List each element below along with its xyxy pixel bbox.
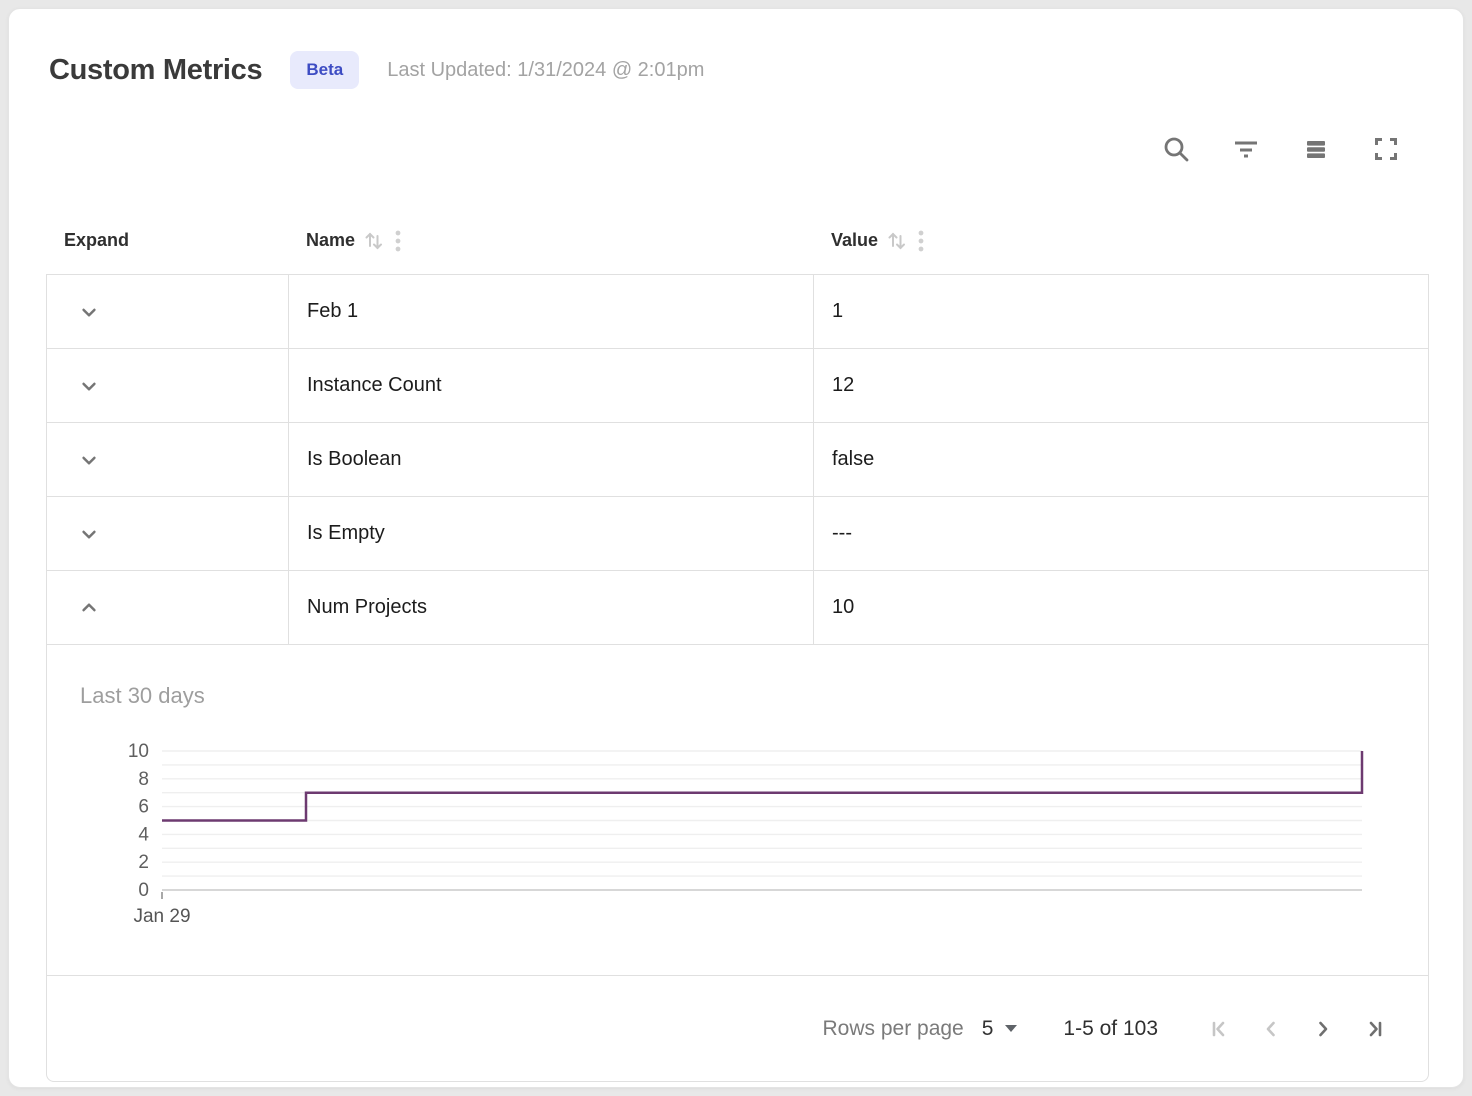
svg-text:Jan 29: Jan 29: [133, 906, 190, 927]
sort-icon[interactable]: [363, 229, 385, 251]
svg-text:8: 8: [138, 769, 149, 790]
sort-icon[interactable]: [886, 229, 908, 251]
expand-cell: [47, 571, 289, 644]
svg-text:0: 0: [138, 880, 149, 901]
last-page-icon[interactable]: [1362, 1016, 1388, 1042]
previous-page-icon: [1258, 1016, 1284, 1042]
rows-per-page-value: 5: [982, 1017, 994, 1041]
column-label: Expand: [64, 230, 129, 251]
chevron-down-icon[interactable]: [69, 366, 109, 406]
svg-text:10: 10: [128, 741, 149, 762]
page-title: Custom Metrics: [49, 54, 262, 87]
chevron-down-icon[interactable]: [69, 292, 109, 332]
next-page-icon[interactable]: [1310, 1016, 1336, 1042]
svg-text:6: 6: [138, 797, 149, 818]
caret-down-icon: [1005, 1025, 1017, 1033]
grid-toolbar: [1161, 134, 1401, 164]
page-header: Custom Metrics Beta Last Updated: 1/31/2…: [49, 51, 704, 89]
expand-cell: [47, 497, 289, 570]
grid-footer: Rows per page 5 1-5 of 103: [47, 975, 1428, 1081]
column-label: Value: [831, 230, 878, 251]
expand-cell: [47, 349, 289, 422]
grid-body: Feb 1 1 Instance Count 12: [46, 274, 1429, 1082]
column-menu-icon[interactable]: [916, 229, 926, 251]
pagination-controls: [1206, 1016, 1388, 1042]
chart-title: Last 30 days: [80, 683, 205, 709]
value-cell: 12: [814, 349, 1428, 422]
value-cell: false: [814, 423, 1428, 496]
chevron-down-icon[interactable]: [69, 514, 109, 554]
svg-text:4: 4: [138, 824, 149, 845]
expand-cell: [47, 423, 289, 496]
beta-badge: Beta: [290, 51, 359, 89]
name-cell: Is Empty: [289, 497, 814, 570]
expand-cell: [47, 275, 289, 348]
column-menu-icon[interactable]: [393, 229, 403, 251]
chevron-down-icon[interactable]: [69, 440, 109, 480]
row-detail-panel: Last 30 days 0 2 4 6 8 10 Jan 29: [47, 645, 1428, 975]
density-icon[interactable]: [1301, 134, 1331, 164]
rows-container: Feb 1 1 Instance Count 12: [47, 275, 1428, 645]
name-cell: Is Boolean: [289, 423, 814, 496]
column-headers: Expand Name Value: [46, 206, 1429, 274]
name-cell: Feb 1: [289, 275, 814, 348]
table-row: Feb 1 1: [47, 275, 1428, 349]
column-header-expand: Expand: [46, 230, 288, 251]
custom-metrics-card: Custom Metrics Beta Last Updated: 1/31/2…: [8, 8, 1464, 1088]
metrics-data-grid: Expand Name Value: [46, 206, 1429, 1082]
metric-line-chart: 0 2 4 6 8 10 Jan 29: [77, 740, 1407, 940]
value-cell: ---: [814, 497, 1428, 570]
column-header-value[interactable]: Value: [813, 229, 1429, 251]
filter-icon[interactable]: [1231, 134, 1261, 164]
value-cell: 10: [814, 571, 1428, 644]
last-updated-text: Last Updated: 1/31/2024 @ 2:01pm: [387, 59, 704, 82]
name-cell: Num Projects: [289, 571, 814, 644]
name-cell: Instance Count: [289, 349, 814, 422]
column-label: Name: [306, 230, 355, 251]
table-row: Is Boolean false: [47, 423, 1428, 497]
first-page-icon: [1206, 1016, 1232, 1042]
rows-per-page-select[interactable]: 5: [982, 1017, 1018, 1041]
pagination-range-label: 1-5 of 103: [1063, 1017, 1158, 1041]
table-row: Num Projects 10: [47, 571, 1428, 645]
value-cell: 1: [814, 275, 1428, 348]
fullscreen-icon[interactable]: [1371, 134, 1401, 164]
chevron-up-icon[interactable]: [69, 588, 109, 628]
table-row: Is Empty ---: [47, 497, 1428, 571]
search-icon[interactable]: [1161, 134, 1191, 164]
svg-text:2: 2: [138, 852, 149, 873]
rows-per-page-label: Rows per page: [822, 1017, 963, 1041]
table-row: Instance Count 12: [47, 349, 1428, 423]
column-header-name[interactable]: Name: [288, 229, 813, 251]
